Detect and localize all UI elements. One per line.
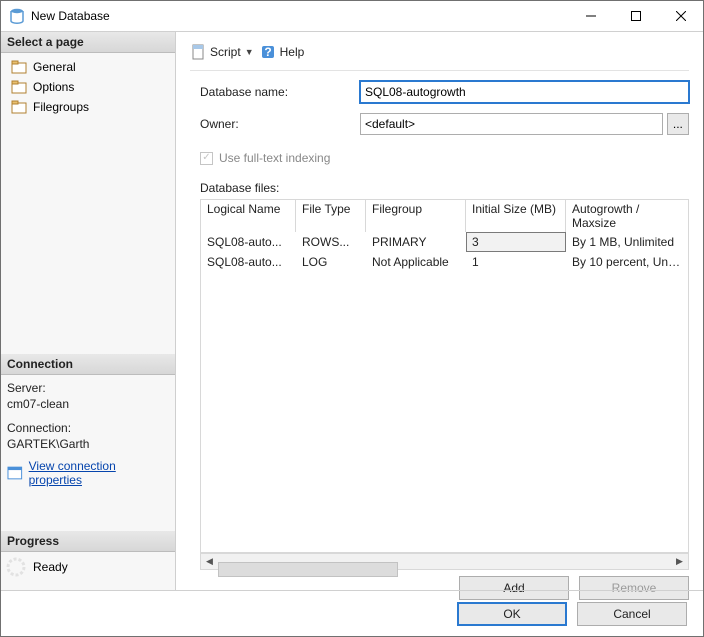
connection-label: Connection: <box>7 419 169 437</box>
toolbar: Script ▼ ? Help <box>190 40 689 71</box>
database-icon <box>9 8 25 24</box>
sidebar-item-general[interactable]: General <box>7 57 169 77</box>
cell-filegroup[interactable]: PRIMARY <box>366 232 466 252</box>
db-name-input[interactable] <box>360 81 689 103</box>
owner-label: Owner: <box>200 117 360 131</box>
sidebar: Select a page General Options Filegroups… <box>1 32 176 590</box>
db-name-row: Database name: <box>190 71 689 103</box>
main-panel: Script ▼ ? Help Database name: Owner: <box>176 32 703 590</box>
col-autogrowth[interactable]: Autogrowth / Maxsize <box>566 200 688 232</box>
grid-header: Logical Name File Type Filegroup Initial… <box>201 200 688 232</box>
cell-initial-size[interactable]: 1 <box>466 252 566 272</box>
cell-logical-name[interactable]: SQL08-auto... <box>201 252 296 272</box>
horizontal-scrollbar[interactable]: ◀ ▶ <box>200 553 689 570</box>
fulltext-checkbox: ✓ <box>200 152 213 165</box>
page-icon <box>11 100 27 114</box>
help-label: Help <box>280 45 305 59</box>
page-list: General Options Filegroups <box>1 53 175 121</box>
window-title: New Database <box>31 9 568 23</box>
cell-logical-name[interactable]: SQL08-auto... <box>201 232 296 252</box>
grid-row[interactable]: SQL08-auto... LOG Not Applicable 1 By 10… <box>201 252 688 272</box>
sidebar-item-label: Filegroups <box>33 100 89 114</box>
connection-value: GARTEK\Garth <box>7 437 169 459</box>
progress-block: Ready <box>1 552 175 590</box>
script-button[interactable]: Script ▼ <box>190 44 254 60</box>
progress-heading: Progress <box>1 531 175 552</box>
cell-file-type[interactable]: LOG <box>296 252 366 272</box>
dialog-footer: OK Cancel <box>1 590 703 636</box>
cell-autogrowth[interactable]: By 10 percent, Unlimited <box>566 252 688 272</box>
properties-icon <box>7 466 23 480</box>
scroll-left-arrow-icon[interactable]: ◀ <box>201 554 218 569</box>
close-button[interactable] <box>658 1 703 31</box>
scroll-thumb[interactable] <box>218 562 398 577</box>
select-page-heading: Select a page <box>1 32 175 53</box>
cell-autogrowth[interactable]: By 1 MB, Unlimited <box>566 232 688 252</box>
script-label: Script <box>210 45 241 59</box>
sidebar-item-filegroups[interactable]: Filegroups <box>7 97 169 117</box>
svg-text:?: ? <box>264 45 271 59</box>
spinner-icon <box>5 556 27 578</box>
content-area: Select a page General Options Filegroups… <box>1 31 703 590</box>
fulltext-checkbox-row: ✓ Use full-text indexing <box>190 135 689 171</box>
help-button[interactable]: ? Help <box>260 44 305 60</box>
maximize-button[interactable] <box>613 1 658 31</box>
script-icon <box>190 44 206 60</box>
col-file-type[interactable]: File Type <box>296 200 366 232</box>
cell-initial-size[interactable]: 3 <box>466 232 566 252</box>
owner-input[interactable] <box>360 113 663 135</box>
server-value: cm07-clean <box>7 397 169 419</box>
sidebar-item-options[interactable]: Options <box>7 77 169 97</box>
owner-row: Owner: ... <box>190 103 689 135</box>
sidebar-item-label: General <box>33 60 76 74</box>
col-logical-name[interactable]: Logical Name <box>201 200 296 232</box>
scroll-right-arrow-icon[interactable]: ▶ <box>671 554 688 569</box>
grid-row[interactable]: SQL08-auto... ROWS... PRIMARY 3 By 1 MB,… <box>201 232 688 252</box>
help-icon: ? <box>260 44 276 60</box>
dropdown-caret-icon: ▼ <box>245 47 254 57</box>
connection-block: Server: cm07-clean Connection: GARTEK\Ga… <box>1 375 175 491</box>
col-filegroup[interactable]: Filegroup <box>366 200 466 232</box>
page-icon <box>11 80 27 94</box>
new-database-dialog: New Database Select a page General Optio… <box>0 0 704 637</box>
database-files-label: Database files: <box>190 171 689 199</box>
link-text: View connection properties <box>29 459 169 487</box>
sidebar-item-label: Options <box>33 80 74 94</box>
col-initial-size[interactable]: Initial Size (MB) <box>466 200 566 232</box>
title-bar: New Database <box>1 1 703 31</box>
grid-body: SQL08-auto... ROWS... PRIMARY 3 By 1 MB,… <box>201 232 688 552</box>
database-files-grid: Logical Name File Type Filegroup Initial… <box>200 199 689 553</box>
cell-file-type[interactable]: ROWS... <box>296 232 366 252</box>
progress-status: Ready <box>33 560 68 574</box>
cancel-button[interactable]: Cancel <box>577 602 687 626</box>
cell-filegroup[interactable]: Not Applicable <box>366 252 466 272</box>
connection-heading: Connection <box>1 354 175 375</box>
fulltext-label: Use full-text indexing <box>219 151 330 165</box>
server-label: Server: <box>7 379 169 397</box>
ok-button[interactable]: OK <box>457 602 567 626</box>
page-icon <box>11 60 27 74</box>
view-connection-properties-link[interactable]: View connection properties <box>7 459 169 487</box>
minimize-button[interactable] <box>568 1 613 31</box>
db-name-label: Database name: <box>200 85 360 99</box>
owner-browse-button[interactable]: ... <box>667 113 689 135</box>
